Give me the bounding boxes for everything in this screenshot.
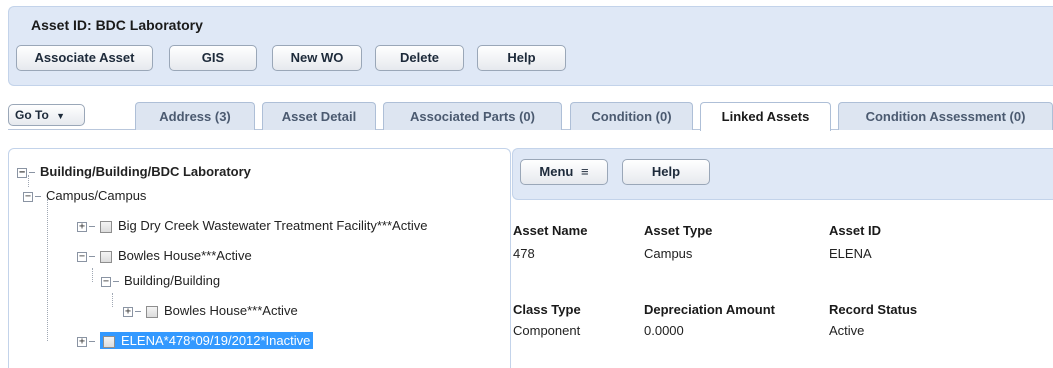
tab-condition-assessment[interactable]: Condition Assessment (0) <box>838 102 1053 130</box>
tree-node-label: Building/Building/BDC Laboratory <box>40 164 251 179</box>
detail-help-button[interactable]: Help <box>622 159 710 185</box>
record-status-label: Record Status <box>829 302 918 317</box>
tree-node-label-selected: ELENA*478*09/19/2012*Inactive <box>100 332 314 349</box>
record-status-value: Active <box>829 323 865 338</box>
goto-dropdown[interactable]: Go To ▼ <box>8 104 85 126</box>
collapse-icon[interactable]: − <box>23 191 33 202</box>
tree-node-text: ELENA*478*09/19/2012*Inactive <box>121 333 311 348</box>
tree-node-root[interactable]: − Building/Building/BDC Laboratory <box>17 162 251 182</box>
expand-icon[interactable]: + <box>77 336 87 347</box>
tab-address[interactable]: Address (3) <box>135 102 255 130</box>
asset-name-value: 478 <box>513 246 535 261</box>
collapse-icon[interactable]: − <box>17 167 27 178</box>
page-title: Asset ID: BDC Laboratory <box>31 17 203 33</box>
expand-icon[interactable]: + <box>77 221 87 232</box>
tree-node-checkbox[interactable] <box>100 220 112 233</box>
tree-node-elena[interactable]: + ELENA*478*09/19/2012*Inactive <box>77 331 314 351</box>
class-type-value: Component <box>513 323 581 338</box>
tab-asset-detail[interactable]: Asset Detail <box>262 102 376 130</box>
tree-node-bowles-house[interactable]: − Bowles House***Active <box>77 246 252 266</box>
asset-name-label: Asset Name <box>513 223 588 238</box>
tree-node-bowles-house-child[interactable]: + Bowles House***Active <box>123 301 298 321</box>
tree-connector <box>112 293 113 307</box>
class-type-label: Class Type <box>513 302 581 317</box>
goto-label: Go To <box>15 108 49 122</box>
tree-node-label: Campus/Campus <box>46 188 147 203</box>
collapse-icon[interactable]: − <box>77 251 87 262</box>
menu-lines-icon: ≡ <box>580 164 589 179</box>
tree-node-label: Big Dry Creek Wastewater Treatment Facil… <box>118 218 428 233</box>
asset-type-value: Campus <box>644 246 693 261</box>
tab-condition[interactable]: Condition (0) <box>570 102 693 130</box>
tree-node-building[interactable]: − Building/Building <box>101 271 220 291</box>
tree-node-checkbox[interactable] <box>100 250 112 263</box>
delete-button[interactable]: Delete <box>375 45 464 71</box>
help-button[interactable]: Help <box>477 45 566 71</box>
tree-node-big-dry-creek[interactable]: + Big Dry Creek Wastewater Treatment Faci… <box>77 216 427 236</box>
depreciation-amount-label: Depreciation Amount <box>644 302 775 317</box>
tree-node-campus[interactable]: − Campus/Campus <box>23 186 146 206</box>
asset-id-label: Asset ID <box>829 223 882 238</box>
tree-connector <box>47 199 48 341</box>
menu-label: Menu <box>539 164 574 179</box>
chevron-down-icon: ▼ <box>56 111 66 121</box>
tab-associated-parts[interactable]: Associated Parts (0) <box>383 102 562 130</box>
expand-icon[interactable]: + <box>123 306 133 317</box>
tree-node-checkbox[interactable] <box>146 305 158 318</box>
tree-connector <box>92 268 93 282</box>
tree-node-checkbox[interactable] <box>103 335 115 348</box>
tree-node-label: Bowles House***Active <box>118 248 252 263</box>
tree-node-label: Bowles House***Active <box>164 303 298 318</box>
new-wo-button[interactable]: New WO <box>272 45 362 71</box>
collapse-icon[interactable]: − <box>101 276 111 287</box>
depreciation-amount-value: 0.0000 <box>644 323 684 338</box>
tab-linked-assets[interactable]: Linked Assets <box>700 102 831 131</box>
associate-asset-button[interactable]: Associate Asset <box>16 45 153 71</box>
tree-node-label: Building/Building <box>124 273 221 288</box>
asset-id-value: ELENA <box>829 246 872 261</box>
menu-button[interactable]: Menu ≡ <box>520 159 608 185</box>
asset-type-label: Asset Type <box>644 223 713 238</box>
gis-button[interactable]: GIS <box>169 45 257 71</box>
linked-assets-tree: − Building/Building/BDC Laboratory − Campu… <box>8 148 511 368</box>
